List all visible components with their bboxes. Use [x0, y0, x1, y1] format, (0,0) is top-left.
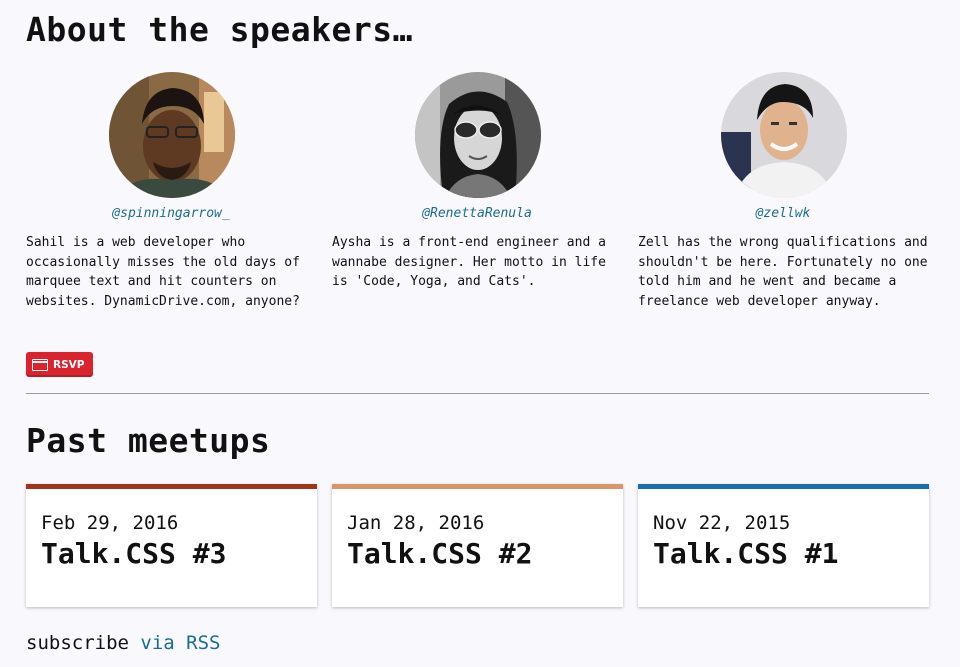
meetup-title: Talk.CSS #1 [653, 537, 839, 570]
meetup-date: Jan 28, 2016 [347, 512, 485, 534]
speaker-avatar [415, 72, 541, 198]
speaker-avatar [109, 72, 235, 198]
meetup-card[interactable]: Jan 28, 2016 Talk.CSS #2 [332, 484, 623, 607]
meetup-date: Nov 22, 2015 [653, 512, 791, 534]
speakers-list: @spinningarrow_ Sahil is a web developer… [26, 72, 930, 342]
subscribe-line: subscribe via RSS [26, 632, 220, 654]
speakers-heading: About the speakers… [26, 10, 413, 49]
meetup-card[interactable]: Nov 22, 2015 Talk.CSS #1 [638, 484, 929, 607]
meetup-title: Talk.CSS #3 [41, 537, 227, 570]
speaker-handle-link[interactable]: @zellwk [638, 206, 928, 221]
subscribe-text: subscribe [26, 632, 129, 654]
rss-link[interactable]: via RSS [140, 632, 220, 654]
speaker-handle-link[interactable]: @spinningarrow_ [26, 206, 316, 221]
speaker-bio: Zell has the wrong qualifications and sh… [638, 235, 928, 309]
speaker-bio: Sahil is a web developer who occasionall… [26, 235, 300, 309]
past-meetups-heading: Past meetups [26, 421, 271, 460]
meetup-title: Talk.CSS #2 [347, 537, 533, 570]
meetup-card[interactable]: Feb 29, 2016 Talk.CSS #3 [26, 484, 317, 607]
rsvp-button[interactable]: RSVP [26, 352, 93, 377]
speaker-bio: Aysha is a front-end engineer and a wann… [332, 235, 606, 290]
meetup-date: Feb 29, 2016 [41, 512, 179, 534]
rsvp-label: RSVP [53, 358, 85, 371]
section-divider [26, 393, 929, 394]
speaker-handle-link[interactable]: @RenettaRenula [332, 206, 622, 221]
calendar-icon [32, 358, 48, 371]
speaker-avatar [721, 72, 847, 198]
